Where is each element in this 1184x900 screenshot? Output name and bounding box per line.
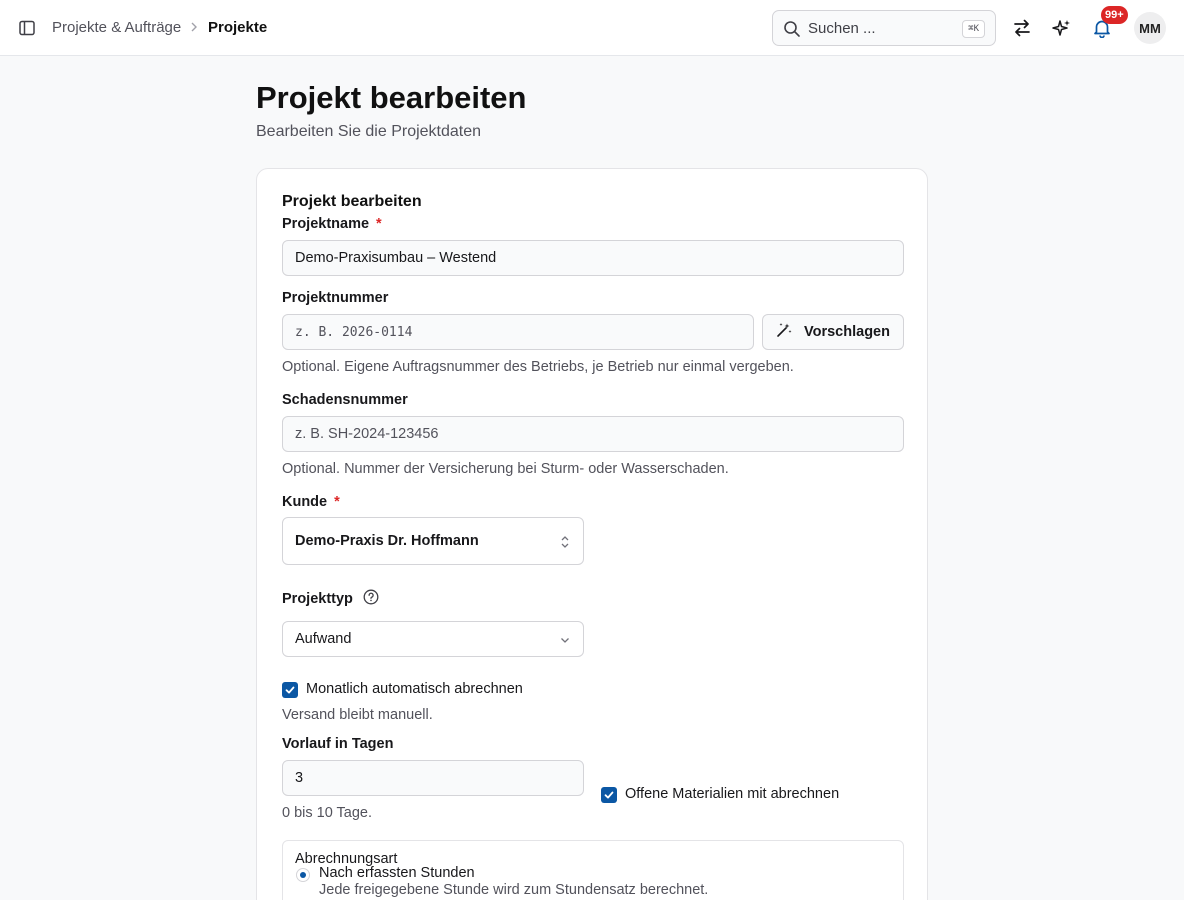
page-title: Projekt bearbeiten: [256, 80, 527, 115]
form-title: Projekt bearbeiten: [282, 193, 422, 210]
page-subtitle: Bearbeiten Sie die Projektdaten: [256, 123, 482, 140]
vorlauf-label: Vorlauf in Tagen: [282, 736, 394, 752]
search-input[interactable]: Suchen ... ⌘K: [772, 10, 996, 46]
auto-billing-help: Versand bleibt manuell.: [282, 707, 433, 723]
radio-nach-stunden[interactable]: [296, 868, 310, 882]
projektnummer-help: Optional. Eigene Auftragsnummer des Betr…: [282, 359, 794, 375]
radio-option-label[interactable]: Nach erfassten Stunden: [319, 865, 475, 881]
avatar[interactable]: MM: [1134, 12, 1166, 44]
projekttyp-label-text: Projekttyp: [282, 591, 353, 607]
chevron-right-icon: [188, 20, 200, 34]
materials-checkbox[interactable]: [601, 787, 617, 803]
help-circle-icon[interactable]: [363, 589, 379, 609]
suggest-button[interactable]: Vorschlagen: [762, 314, 904, 350]
schadensnummer-label: Schadensnummer: [282, 392, 408, 408]
projektname-label: Projektname *: [282, 216, 382, 232]
check-icon: [604, 791, 614, 799]
kunde-select-value: Demo-Praxis Dr. Hoffmann: [295, 533, 479, 549]
materials-label[interactable]: Offene Materialien mit abrechnen: [625, 786, 839, 802]
radio-option-description: Jede freigegebene Stunde wird zum Stunde…: [319, 882, 709, 898]
abrechnungsart-fieldset: Abrechnungsart Nach erfassten Stunden Je…: [282, 840, 904, 900]
breadcrumb-current: Projekte: [208, 19, 268, 36]
notification-badge: 99+: [1101, 6, 1128, 24]
kunde-label-text: Kunde: [282, 494, 328, 510]
suggest-button-label: Vorschlagen: [804, 324, 890, 340]
project-form-card: Projekt bearbeiten Projektname * Demo-Pra…: [256, 168, 928, 900]
breadcrumb-parent[interactable]: Projekte & Aufträge: [52, 19, 181, 36]
required-marker: *: [334, 494, 340, 510]
auto-billing-label[interactable]: Monatlich automatisch abrechnen: [306, 681, 523, 697]
search-placeholder: Suchen ...: [808, 20, 876, 37]
top-bar: Projekte & Aufträge Projekte Suchen ... …: [0, 0, 1184, 56]
schadensnummer-help: Optional. Nummer der Versicherung bei St…: [282, 461, 729, 477]
sidebar-toggle-icon[interactable]: [16, 17, 38, 39]
search-icon: [783, 20, 801, 38]
schadensnummer-input[interactable]: z. B. SH-2024-123456: [282, 416, 904, 452]
kunde-select[interactable]: Demo-Praxis Dr. Hoffmann: [282, 517, 584, 565]
search-shortcut: ⌘K: [962, 20, 985, 38]
projekttyp-select[interactable]: Aufwand: [282, 621, 584, 657]
magic-wand-icon: [776, 322, 792, 342]
vorlauf-help: 0 bis 10 Tage.: [282, 805, 373, 821]
projektnummer-placeholder: z. B. 2026-0114: [295, 324, 413, 340]
kunde-label: Kunde *: [282, 494, 340, 510]
sparkles-icon[interactable]: [1048, 14, 1076, 42]
vorlauf-input[interactable]: 3: [282, 760, 584, 796]
projektnummer-input[interactable]: z. B. 2026-0114: [282, 314, 754, 350]
projektnummer-label: Projektnummer: [282, 290, 389, 306]
required-marker: *: [376, 216, 382, 232]
radio-dot: [300, 872, 306, 878]
switch-arrows-icon[interactable]: [1008, 14, 1036, 42]
chevron-up-down-icon: [559, 534, 571, 554]
projekttyp-select-value: Aufwand: [295, 631, 352, 647]
projekttyp-label: Projekttyp: [282, 589, 379, 609]
projektname-input[interactable]: Demo-Praxisumbau – Westend: [282, 240, 904, 276]
auto-billing-checkbox[interactable]: [282, 682, 298, 698]
chevron-down-icon: [559, 634, 571, 650]
check-icon: [285, 686, 295, 694]
projektname-label-text: Projektname: [282, 216, 370, 232]
